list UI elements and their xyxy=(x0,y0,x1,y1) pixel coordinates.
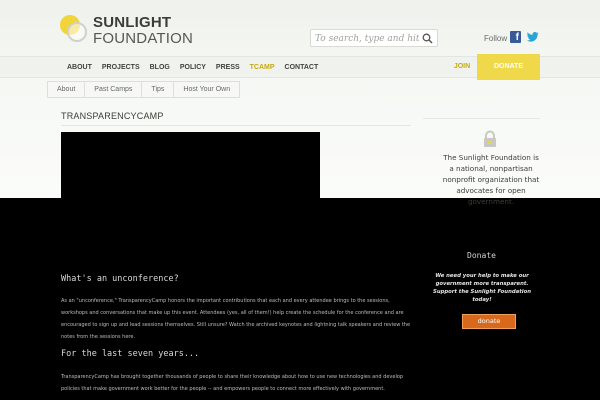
subnav-host-your-own[interactable]: Host Your Own xyxy=(174,82,239,97)
nav-press[interactable]: PRESS xyxy=(211,57,245,79)
sidebar-divider xyxy=(423,118,540,119)
nav-about[interactable]: ABOUT xyxy=(62,57,97,79)
nav-tcamp[interactable]: TCAMP xyxy=(245,57,280,79)
nav-policy[interactable]: POLICY xyxy=(175,57,211,79)
unconference-text: As an "unconference," TransparencyCamp h… xyxy=(61,298,411,340)
brand-name: SUNLIGHT FOUNDATION xyxy=(93,15,193,47)
search-icon[interactable] xyxy=(422,33,433,44)
subnav-past-camps[interactable]: Past Camps xyxy=(85,82,143,97)
sidebar-donate-heading: Donate xyxy=(467,251,496,260)
nav-contact[interactable]: CONTACT xyxy=(280,57,324,79)
unconference-heading: What's an unconference? xyxy=(61,274,179,284)
sub-nav: About Past Camps Tips Host Your Own xyxy=(47,81,241,98)
nav-blog[interactable]: BLOG xyxy=(145,57,175,79)
donate-button[interactable]: DONATE xyxy=(477,54,540,80)
title-divider xyxy=(61,125,411,126)
search-box xyxy=(310,29,438,47)
join-link[interactable]: JOIN xyxy=(446,56,478,78)
video-embed[interactable] xyxy=(61,132,320,198)
facebook-icon[interactable]: f xyxy=(510,31,521,43)
sunlight-logo[interactable]: SUNLIGHT FOUNDATION xyxy=(58,14,228,50)
brand-line2: FOUNDATION xyxy=(93,30,194,47)
subnav-tips[interactable]: Tips xyxy=(142,82,175,97)
nav-projects[interactable]: PROJECTS xyxy=(97,57,145,79)
seven-years-text: TransparencyCamp has brought together th… xyxy=(61,374,404,392)
search-input[interactable] xyxy=(315,32,419,45)
brand-line1: SUNLIGHT xyxy=(93,14,172,31)
lock-icon xyxy=(484,130,496,147)
page-title: TRANSPARENCYCAMP xyxy=(61,111,164,121)
sidebar-donate-text: We need your help to make our government… xyxy=(433,273,531,303)
subnav-about[interactable]: About xyxy=(48,82,86,97)
sidebar-description: The Sunlight Foundation is a national, n… xyxy=(442,153,540,206)
sidebar-donate-button[interactable]: donate xyxy=(462,314,516,329)
sunlight-logo-icon xyxy=(58,14,88,44)
twitter-icon[interactable] xyxy=(526,31,539,43)
seven-years-heading: For the last seven years... xyxy=(61,349,200,359)
